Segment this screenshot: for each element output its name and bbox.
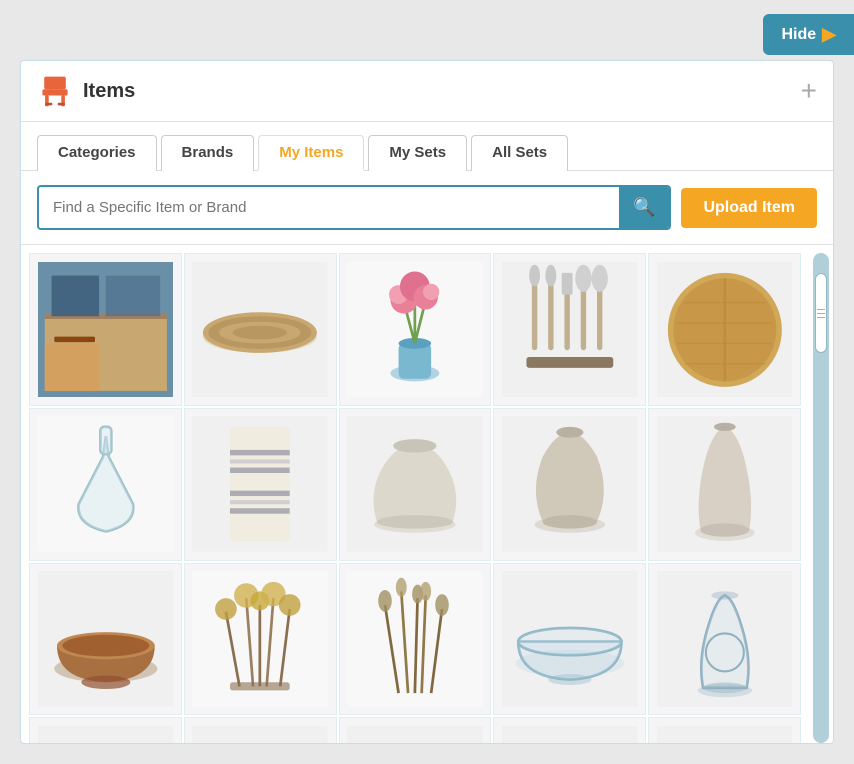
list-item[interactable] [493, 563, 646, 716]
list-item[interactable] [493, 717, 646, 743]
items-title: Items [83, 80, 135, 103]
list-item[interactable] [29, 563, 182, 716]
items-grid-container [21, 245, 833, 743]
tab-categories[interactable]: Categories [37, 135, 157, 171]
scrollbar-thumb[interactable] [815, 273, 827, 353]
search-input-wrap: 🔍 [37, 185, 671, 230]
list-item[interactable] [648, 408, 801, 561]
list-item[interactable] [493, 253, 646, 406]
list-item[interactable] [648, 253, 801, 406]
tab-brands[interactable]: Brands [161, 135, 255, 171]
tab-my-items[interactable]: My Items [258, 135, 364, 171]
tabs-bar: Categories Brands My Items My Sets All S… [21, 122, 833, 171]
hide-label: Hide [781, 26, 816, 44]
list-item[interactable] [29, 717, 182, 743]
list-item[interactable] [493, 408, 646, 561]
search-button[interactable]: 🔍 [619, 187, 669, 228]
hide-arrow-icon: ▶ [822, 24, 836, 45]
upload-item-button[interactable]: Upload Item [681, 188, 817, 228]
hide-button[interactable]: Hide ▶ [763, 14, 854, 55]
list-item[interactable] [184, 717, 337, 743]
chair-icon [37, 73, 73, 109]
tab-all-sets[interactable]: All Sets [471, 135, 568, 171]
list-item[interactable] [339, 563, 492, 716]
search-input[interactable] [39, 189, 619, 226]
list-item[interactable] [339, 717, 492, 743]
list-item[interactable] [184, 563, 337, 716]
items-panel: Items + Categories Brands My Items My Se… [20, 60, 834, 744]
items-grid [29, 253, 825, 743]
list-item[interactable] [648, 717, 801, 743]
list-item[interactable] [648, 563, 801, 716]
add-item-button[interactable]: + [801, 77, 817, 105]
list-item[interactable] [339, 253, 492, 406]
panel-header: Items + [21, 61, 833, 122]
panel-title: Items [37, 73, 135, 109]
list-item[interactable] [29, 253, 182, 406]
scrollbar-grip-icon [817, 309, 825, 318]
scrollbar-track[interactable] [813, 253, 829, 743]
list-item[interactable] [339, 408, 492, 561]
list-item[interactable] [184, 408, 337, 561]
tab-my-sets[interactable]: My Sets [368, 135, 467, 171]
list-item[interactable] [29, 408, 182, 561]
search-icon: 🔍 [633, 197, 655, 218]
search-bar: 🔍 Upload Item [21, 171, 833, 245]
list-item[interactable] [184, 253, 337, 406]
